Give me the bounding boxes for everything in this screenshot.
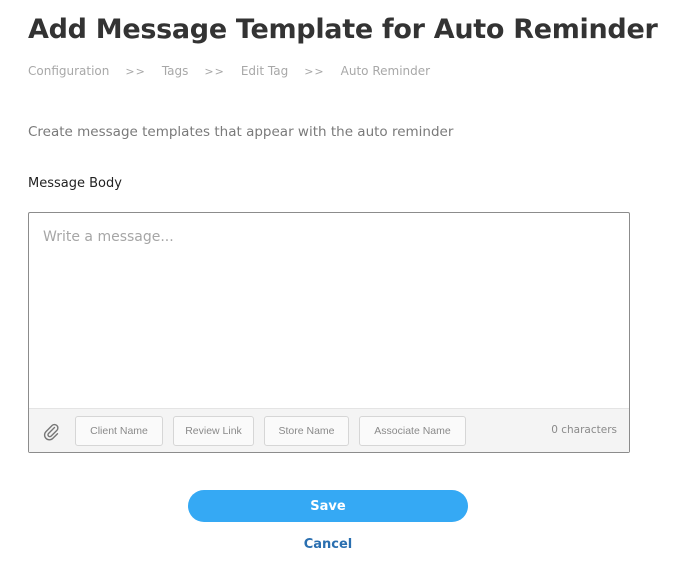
breadcrumb-auto-reminder: Auto Reminder xyxy=(340,64,431,78)
message-toolbar: Client Name Review Link Store Name Assoc… xyxy=(29,408,629,452)
breadcrumb-separator: >> xyxy=(204,64,225,78)
insert-review-link-button[interactable]: Review Link xyxy=(173,416,254,446)
page-title: Add Message Template for Auto Reminder xyxy=(28,14,658,45)
breadcrumb-tags[interactable]: Tags xyxy=(162,64,189,78)
insert-associate-name-button[interactable]: Associate Name xyxy=(359,416,466,446)
breadcrumb: Configuration >> Tags >> Edit Tag >> Aut… xyxy=(28,64,430,78)
page: Add Message Template for Auto Reminder C… xyxy=(0,0,675,576)
breadcrumb-separator: >> xyxy=(125,64,146,78)
breadcrumb-separator: >> xyxy=(304,64,325,78)
message-editor: Client Name Review Link Store Name Assoc… xyxy=(28,212,630,453)
breadcrumb-edit-tag[interactable]: Edit Tag xyxy=(241,64,288,78)
message-body-label: Message Body xyxy=(28,176,122,191)
save-button[interactable]: Save xyxy=(188,490,468,522)
insert-store-name-button[interactable]: Store Name xyxy=(264,416,349,446)
message-body-input[interactable] xyxy=(29,213,629,408)
paperclip-icon[interactable] xyxy=(41,421,61,441)
character-counter: 0 characters xyxy=(551,424,617,436)
insert-client-name-button[interactable]: Client Name xyxy=(75,416,163,446)
cancel-link[interactable]: Cancel xyxy=(188,537,468,552)
breadcrumb-configuration[interactable]: Configuration xyxy=(28,64,109,78)
page-description: Create message templates that appear wit… xyxy=(28,124,454,140)
